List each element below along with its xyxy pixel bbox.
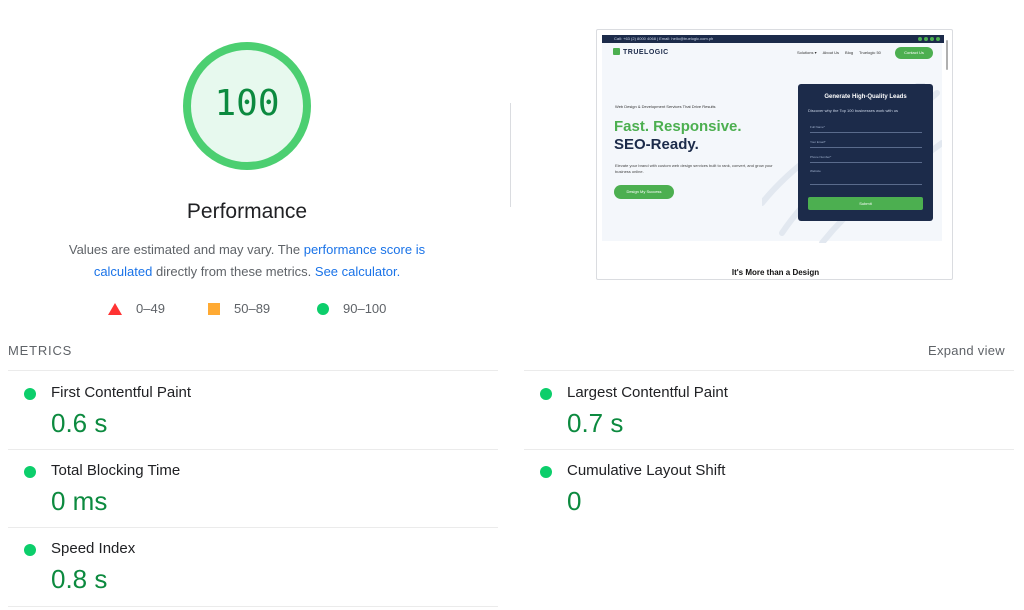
thumb-form-title: Generate High-Quality Leads — [824, 94, 907, 100]
square-average-icon — [208, 302, 220, 315]
legend-fail-label: 0–49 — [136, 301, 165, 316]
triangle-fail-icon — [108, 302, 122, 315]
thumb-body-text: Elevate your brand with custom web desig… — [615, 163, 773, 174]
thumb-topbar: Call: +63 (2) 8000 4068 | Email: hello@t… — [602, 35, 944, 43]
thumb-field: Phone Number* — [810, 154, 922, 163]
circle-pass-icon — [317, 302, 329, 315]
metric-title: Speed Index — [51, 540, 136, 557]
metric-speed-index: Speed Index 0.8 s — [8, 528, 488, 604]
metric-value: 0.8 s — [51, 564, 108, 594]
thumb-nav: Solutions ▾ About Us Blog Truelogic 50 — [797, 50, 881, 55]
divider — [8, 370, 498, 371]
thumb-field: Your Email* — [810, 139, 922, 148]
thumb-cta-button: Design My Success — [614, 185, 674, 199]
metric-largest-contentful-paint: Largest Contentful Paint 0.7 s — [524, 372, 1004, 448]
desc-middle: directly from these metrics. — [152, 264, 315, 279]
metric-title: Total Blocking Time — [51, 462, 181, 479]
performance-description: Values are estimated and may vary. The p… — [52, 239, 442, 283]
thumb-field: Website — [810, 168, 922, 185]
thumb-form-subtitle: Discover why the Top 100 businesses work… — [808, 108, 898, 113]
performance-title: Performance — [186, 200, 308, 223]
performance-score: 100 — [214, 83, 280, 124]
social-icons — [918, 37, 940, 41]
pass-circle-icon — [540, 466, 552, 478]
legend-fail: 0–49 — [108, 301, 165, 316]
divider — [524, 370, 1014, 371]
pass-circle-icon — [24, 388, 36, 400]
metric-first-contentful-paint: First Contentful Paint 0.6 s — [8, 372, 488, 448]
legend-average-label: 50–89 — [234, 301, 271, 316]
legend-pass: 90–100 — [317, 301, 386, 316]
thumb-scrollbar — [946, 40, 948, 70]
thumb-lead-form: Generate High-Quality Leads Discover why… — [798, 84, 933, 221]
metric-value: 0.7 s — [567, 408, 624, 438]
pass-circle-icon — [24, 544, 36, 556]
thumb-logo: TRUELOGIC — [613, 48, 669, 56]
metrics-heading: METRICS — [8, 343, 73, 358]
pass-circle-icon — [24, 466, 36, 478]
metric-title: Largest Contentful Paint — [567, 384, 728, 401]
page-screenshot-thumbnail[interactable]: Call: +63 (2) 8000 4068 | Email: hello@t… — [596, 29, 953, 280]
divider — [8, 606, 498, 607]
metric-value: 0 ms — [51, 486, 108, 516]
metric-total-blocking-time: Total Blocking Time 0 ms — [8, 450, 488, 526]
metric-title: First Contentful Paint — [51, 384, 192, 401]
thumb-eyebrow: Web Design & Development Services That D… — [615, 104, 716, 109]
thumb-contact-button: Contact Us — [895, 47, 933, 59]
thumb-submit-button: Submit — [808, 197, 923, 210]
metric-title: Cumulative Layout Shift — [567, 462, 726, 479]
legend-average: 50–89 — [208, 301, 270, 316]
metric-value: 0 — [567, 486, 582, 516]
legend-pass-label: 90–100 — [343, 301, 387, 316]
see-calculator-link[interactable]: See calculator. — [315, 264, 400, 279]
pass-circle-icon — [540, 388, 552, 400]
vertical-divider — [510, 103, 511, 207]
thumb-headline-green: Fast. Responsive. — [614, 118, 742, 135]
thumb-bottom-title: It's More than a Design — [731, 268, 820, 277]
thumb-field: Full Name* — [810, 124, 922, 133]
desc-prefix: Values are estimated and may vary. The — [68, 242, 304, 257]
metric-value: 0.6 s — [51, 408, 108, 438]
expand-view-button[interactable]: Expand view — [928, 343, 1005, 358]
thumb-headline-dark: SEO-Ready. — [614, 136, 699, 153]
thumb-topbar-text: Call: +63 (2) 8000 4068 | Email: hello@t… — [614, 36, 714, 41]
metric-cumulative-layout-shift: Cumulative Layout Shift 0 — [524, 450, 1004, 526]
